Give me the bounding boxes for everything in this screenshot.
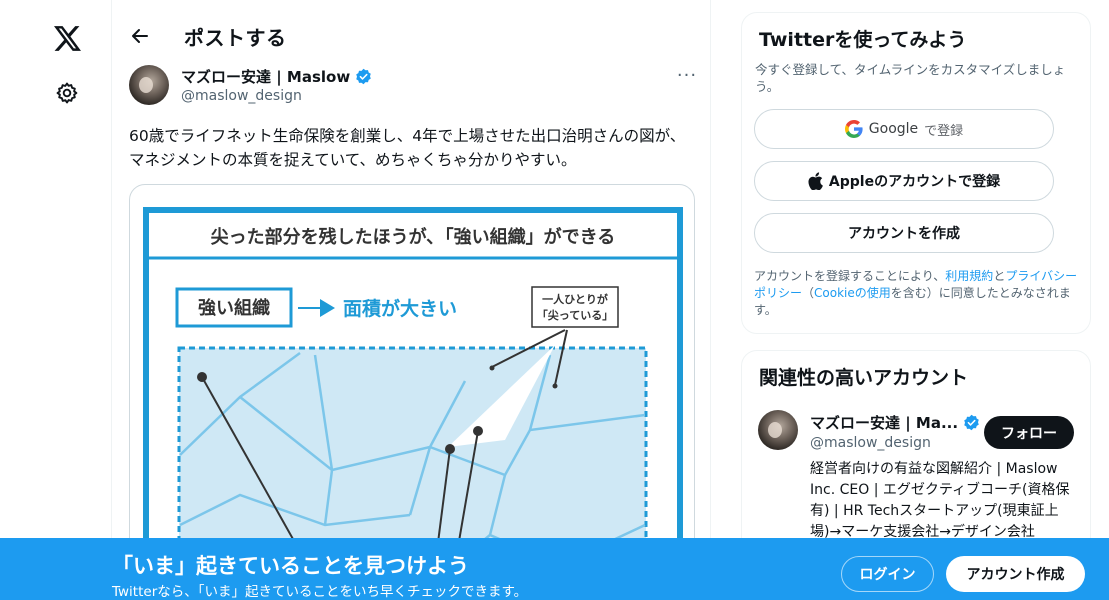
page-title: ポストする bbox=[184, 26, 287, 50]
author-handle[interactable]: @maslow_design bbox=[181, 88, 302, 104]
cookie-link[interactable]: Cookieの使用 bbox=[814, 286, 891, 300]
related-name-text[interactable]: マズロー安達 | Ma... bbox=[810, 412, 958, 433]
related-handle[interactable]: @maslow_design bbox=[810, 435, 931, 451]
create-account-button[interactable]: アカウントを作成 bbox=[754, 213, 1054, 253]
terms-link[interactable]: 利用規約 bbox=[945, 269, 993, 283]
related-bio: 経営者向けの有益な図解紹介 | Maslow Inc. CEO | エグゼクティ… bbox=[810, 461, 1070, 540]
apple-icon bbox=[808, 172, 823, 190]
main-column: ポストする マズロー安達 | Maslow @maslow_design ···… bbox=[111, 0, 711, 600]
left-nav bbox=[0, 0, 112, 600]
verified-badge-icon bbox=[356, 68, 371, 85]
post-text: 60歳でライフネット生命保険を創業し、4年で上場させた出口治明さんの図が、マネジ… bbox=[129, 127, 686, 169]
signup-title: Twitterを使ってみよう bbox=[759, 29, 967, 51]
related-title: 関連性の高いアカウント bbox=[759, 367, 969, 389]
banner-subtitle: Twitterなら、「いま」起きていることをいち早くチェックできます。 bbox=[112, 584, 528, 600]
verified-badge-icon bbox=[964, 414, 979, 431]
more-options-icon[interactable]: ··· bbox=[674, 62, 700, 88]
x-logo-icon[interactable] bbox=[49, 20, 85, 56]
google-signup-label: Google bbox=[868, 121, 919, 137]
signup-description: 今すぐ登録して、タイムラインをカスタマイズしましょう。 bbox=[755, 62, 1066, 94]
strong-org-label: 強い組織 bbox=[198, 297, 270, 319]
legal-prefix: アカウントを登録することにより、 bbox=[754, 269, 946, 283]
google-signup-suffix: で登録 bbox=[924, 123, 964, 139]
signup-card: Twitterを使ってみよう 今すぐ登録して、タイムラインをカスタマイズしましょ… bbox=[741, 12, 1091, 334]
callout-line-2: 「尖っている」 bbox=[537, 308, 613, 322]
signup-button[interactable]: アカウント作成 bbox=[946, 556, 1085, 592]
author-name-text[interactable]: マズロー安達 | Maslow bbox=[181, 66, 350, 87]
top-bar: ポストする bbox=[112, 0, 710, 58]
banner-title: 「いま」起きていることを見つけよう bbox=[112, 554, 469, 578]
diagram-heading: 尖った部分を残したほうが､「強い組織」ができる bbox=[211, 226, 616, 248]
google-icon bbox=[844, 120, 863, 138]
gear-icon[interactable] bbox=[51, 77, 83, 109]
legal-and: と bbox=[993, 269, 1006, 283]
bottom-banner: 「いま」起きていることを見つけよう Twitterなら、「いま」起きていることを… bbox=[0, 538, 1109, 600]
author-avatar[interactable] bbox=[129, 65, 169, 105]
follow-button[interactable]: フォロー bbox=[984, 416, 1074, 449]
login-button[interactable]: ログイン bbox=[841, 556, 934, 592]
arrow-left-icon[interactable] bbox=[126, 22, 154, 50]
legal-open: （ bbox=[802, 286, 815, 300]
author-name[interactable]: マズロー安達 | Maslow bbox=[181, 66, 372, 87]
legal-notice: アカウントを登録することにより、利用規約とプライバシーポリシー（Cookieの使… bbox=[754, 268, 1084, 319]
apple-signup-button[interactable]: Appleのアカウントで登録 bbox=[754, 161, 1054, 201]
area-label: 面積が大きい bbox=[343, 297, 457, 320]
google-signup-button[interactable]: Google で登録 bbox=[754, 109, 1054, 149]
related-name[interactable]: マズロー安達 | Ma... bbox=[810, 412, 980, 433]
apple-signup-label: Appleのアカウントで登録 bbox=[828, 174, 1001, 190]
related-avatar[interactable] bbox=[758, 410, 798, 450]
callout-line-1: 一人ひとりが bbox=[542, 292, 608, 306]
